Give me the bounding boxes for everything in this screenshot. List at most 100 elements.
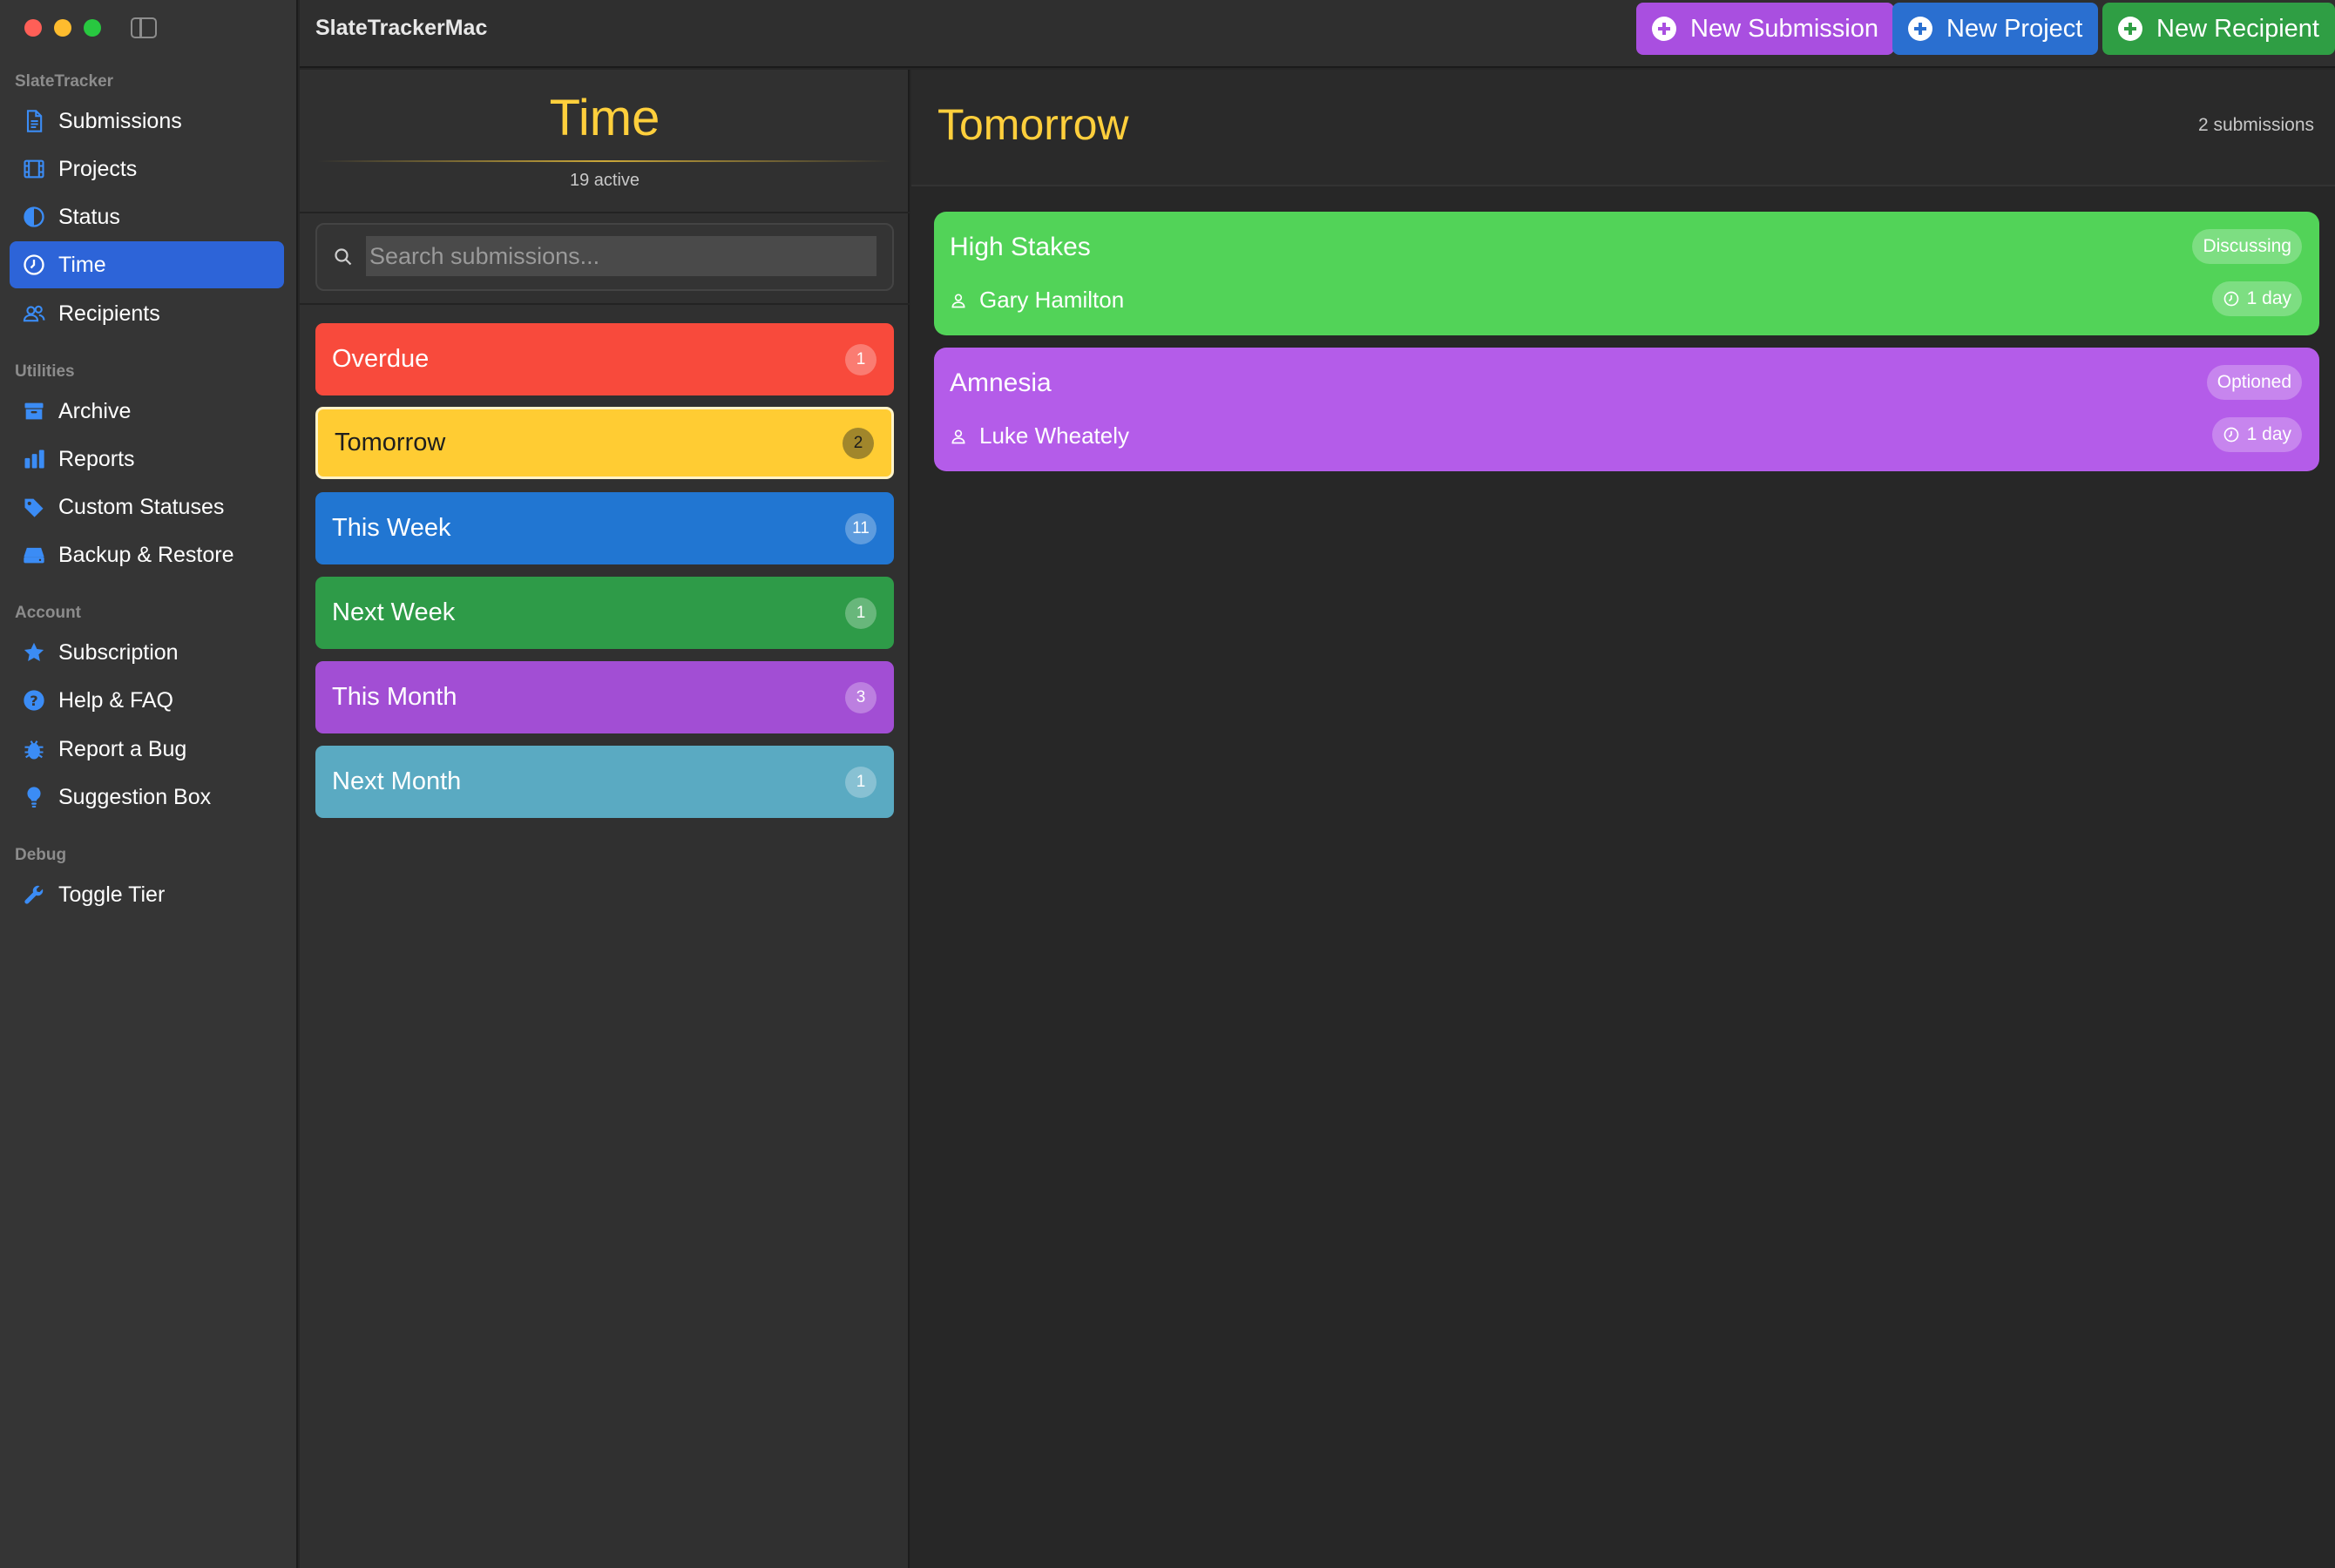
submission-card[interactable]: Amnesia Luke Wheately Optioned 1 day xyxy=(934,348,2319,471)
divider xyxy=(300,212,910,213)
recipient: Luke Wheately xyxy=(950,422,1129,449)
half-circle-icon xyxy=(22,205,46,229)
new-recipient-button[interactable]: New Recipient xyxy=(2102,3,2335,55)
bucket-overdue[interactable]: Overdue 1 xyxy=(315,323,894,395)
bucket-label: Next Month xyxy=(332,767,462,795)
zoom-window-button[interactable] xyxy=(84,19,101,37)
detail-title: Tomorrow xyxy=(937,100,1129,149)
archive-box-icon xyxy=(22,399,46,423)
search-icon xyxy=(333,247,355,269)
sidebar-item-submissions[interactable]: Submissions xyxy=(10,98,284,145)
section-label-account: Account xyxy=(15,604,81,622)
count-badge: 1 xyxy=(845,766,876,798)
recipient-name: Gary Hamilton xyxy=(979,287,1125,313)
sidebar-item-recipients[interactable]: Recipients xyxy=(10,290,284,337)
clock-icon xyxy=(2223,427,2238,443)
detail-header: Tomorrow 2 submissions xyxy=(911,70,2335,186)
sidebar-item-label: Subscription xyxy=(58,639,179,665)
sidebar-item-label: Report a Bug xyxy=(58,736,187,761)
sidebar-item-custom-statuses[interactable]: Custom Statuses xyxy=(10,483,284,531)
recipient: Gary Hamilton xyxy=(950,287,1124,314)
svg-text:?: ? xyxy=(30,693,37,709)
sidebar-item-subscription[interactable]: Subscription xyxy=(10,629,284,676)
sidebar-item-label: Suggestion Box xyxy=(58,784,212,809)
person-icon xyxy=(951,429,965,443)
bucket-label: Next Week xyxy=(332,598,456,626)
recipient-name: Luke Wheately xyxy=(979,422,1129,449)
sidebar-item-report-bug[interactable]: Report a Bug xyxy=(10,726,284,773)
section-label-utilities: Utilities xyxy=(15,362,75,381)
sidebar-item-archive[interactable]: Archive xyxy=(10,388,284,435)
sidebar-item-backup-restore[interactable]: Backup & Restore xyxy=(10,531,284,578)
bar-chart-icon xyxy=(22,447,46,471)
title-divider xyxy=(317,160,892,162)
bucket-next-month[interactable]: Next Month 1 xyxy=(315,746,894,818)
clock-icon xyxy=(22,253,46,277)
film-icon xyxy=(22,157,46,181)
search-input[interactable] xyxy=(366,236,876,276)
sidebar-item-label: Custom Statuses xyxy=(58,494,225,519)
window-controls xyxy=(24,19,101,37)
plus-circle-icon xyxy=(1908,17,1932,41)
question-circle-icon: ? xyxy=(22,688,46,713)
submission-title: Amnesia xyxy=(950,368,1052,397)
sidebar-item-suggestion-box[interactable]: Suggestion Box xyxy=(10,774,284,821)
bucket-this-week[interactable]: This Week 11 xyxy=(315,492,894,564)
count-badge: 11 xyxy=(845,512,876,544)
sidebar-item-time[interactable]: Time xyxy=(10,241,284,288)
sidebar-item-label: Archive xyxy=(58,398,132,423)
new-submission-button[interactable]: New Submission xyxy=(1636,3,1894,55)
bucket-label: This Month xyxy=(332,683,457,711)
document-icon xyxy=(22,109,46,133)
person-icon xyxy=(951,294,965,308)
new-submission-label: New Submission xyxy=(1690,14,1878,43)
close-window-button[interactable] xyxy=(24,19,42,37)
time-buckets-panel: Time 19 active Overdue 1 Tomorrow 2 This… xyxy=(300,70,910,1568)
bucket-this-month[interactable]: This Month 3 xyxy=(315,661,894,733)
due-label: 1 day xyxy=(2246,288,2291,308)
submission-card[interactable]: High Stakes Gary Hamilton Discussing 1 d… xyxy=(934,212,2319,335)
tag-icon xyxy=(22,495,46,519)
clock-icon xyxy=(2223,291,2238,307)
new-project-label: New Project xyxy=(1946,14,2083,43)
count-badge: 3 xyxy=(845,681,876,713)
panel-title: Time xyxy=(549,90,660,146)
status-badge: Discussing xyxy=(2192,229,2302,264)
submission-title: High Stakes xyxy=(950,233,1091,261)
sidebar: SlateTracker Submissions Projects Status… xyxy=(0,0,298,1568)
plus-circle-icon xyxy=(1652,17,1676,41)
sidebar-item-reports[interactable]: Reports xyxy=(10,436,284,483)
divider xyxy=(300,303,910,305)
sidebar-item-label: Recipients xyxy=(58,301,160,326)
bug-icon xyxy=(22,737,46,761)
people-icon xyxy=(22,301,46,326)
new-project-button[interactable]: New Project xyxy=(1892,3,2099,55)
app-window: SlateTracker Submissions Projects Status… xyxy=(0,0,2335,1568)
sidebar-toggle-icon[interactable] xyxy=(131,17,157,38)
new-recipient-label: New Recipient xyxy=(2156,14,2319,43)
app-title: SlateTrackerMac xyxy=(315,16,488,40)
toolbar: SlateTrackerMac New Submission New Proje… xyxy=(300,0,2335,68)
submissions-detail-panel: Tomorrow 2 submissions High Stakes Gary … xyxy=(911,70,2335,1568)
sidebar-item-projects[interactable]: Projects xyxy=(10,145,284,193)
active-count: 19 active xyxy=(569,171,640,190)
sidebar-item-toggle-tier[interactable]: Toggle Tier xyxy=(10,871,284,918)
sidebar-item-help-faq[interactable]: ? Help & FAQ xyxy=(10,677,284,724)
bucket-tomorrow[interactable]: Tomorrow 2 xyxy=(315,407,894,479)
due-label: 1 day xyxy=(2246,424,2291,444)
sidebar-item-label: Backup & Restore xyxy=(58,542,234,567)
drive-icon xyxy=(22,543,46,567)
minimize-window-button[interactable] xyxy=(54,19,71,37)
section-label-slatetracker: SlateTracker xyxy=(15,72,114,91)
lightbulb-icon xyxy=(22,785,46,809)
wrench-icon xyxy=(22,882,46,907)
sidebar-item-label: Reports xyxy=(58,446,135,471)
due-badge: 1 day xyxy=(2211,417,2302,452)
sidebar-item-label: Submissions xyxy=(58,108,182,133)
sidebar-item-label: Status xyxy=(58,204,120,229)
sidebar-item-status[interactable]: Status xyxy=(10,193,284,240)
section-label-debug: Debug xyxy=(15,846,67,864)
count-badge: 2 xyxy=(843,427,874,459)
bucket-next-week[interactable]: Next Week 1 xyxy=(315,577,894,649)
sidebar-item-label: Time xyxy=(58,252,106,277)
